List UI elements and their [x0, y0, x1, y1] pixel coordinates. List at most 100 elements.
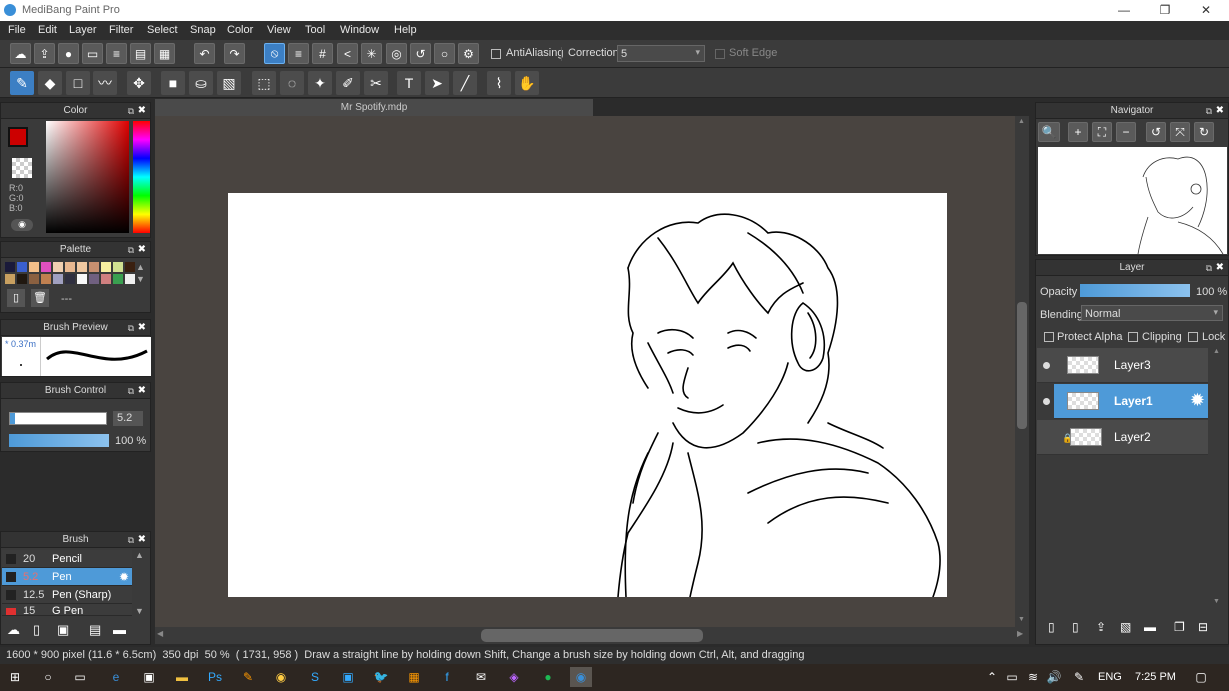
edge-icon[interactable]: e [105, 667, 127, 687]
magic-wand-icon[interactable]: ✦ [308, 71, 332, 95]
palette-swatch[interactable] [53, 262, 63, 272]
protect-alpha-checkbox[interactable] [1044, 332, 1054, 342]
scroll-up-icon[interactable]: ▲ [136, 262, 145, 272]
cross-snap-icon[interactable]: # [312, 43, 333, 64]
brush-item-g-pen[interactable]: 15 G Pen [2, 604, 132, 616]
curve-snap-icon[interactable]: ↺ [410, 43, 431, 64]
add-brush-icon[interactable]: ▣ [57, 622, 69, 638]
brush-item-pencil[interactable]: 20 Pencil [2, 550, 132, 568]
select-rect-icon[interactable]: ⬚ [252, 71, 276, 95]
opacity-slider[interactable] [1080, 284, 1190, 297]
eraser-tool-icon[interactable]: ◆ [38, 71, 62, 95]
brush-settings-icon[interactable]: ▤ [89, 622, 101, 638]
palette-swatch[interactable] [5, 262, 15, 272]
menu-select[interactable]: Select [147, 24, 178, 36]
chrome-icon[interactable]: ◉ [270, 667, 292, 687]
brush-item-pen-sharp[interactable]: 12.5 Pen (Sharp) [2, 586, 132, 604]
layer-item-layer1[interactable]: Layer1 ✹ [1054, 384, 1208, 419]
color-wheel-icon[interactable]: ◉ [11, 219, 33, 231]
pen-workspace-icon[interactable]: ✎ [1068, 667, 1090, 687]
concentric-snap-icon[interactable]: ◎ [386, 43, 407, 64]
menu-file[interactable]: File [8, 24, 26, 36]
document-icon[interactable]: ≡ [106, 43, 127, 64]
undo-icon[interactable]: ↶ [194, 43, 215, 64]
comment-icon[interactable]: ● [58, 43, 79, 64]
vanishing-point-icon[interactable]: < [337, 43, 358, 64]
move-tool-icon[interactable]: ✥ [127, 71, 151, 95]
select-pen-icon[interactable]: ✐ [336, 71, 360, 95]
eyedropper-icon[interactable]: ⌇ [487, 71, 511, 95]
brush-item-pen[interactable]: 5.2 Pen ✹ [2, 568, 132, 586]
layer-item-layer2[interactable]: 🔒 Layer2 [1037, 420, 1208, 455]
eye-icon[interactable] [1043, 398, 1050, 405]
scroll-up-icon[interactable]: ▲ [135, 550, 144, 560]
saturation-value-picker[interactable] [46, 121, 129, 233]
hand-tool-icon[interactable]: ✋ [515, 71, 539, 95]
palette-swatch[interactable] [125, 274, 135, 284]
grid-layout-icon[interactable]: ▦ [154, 43, 175, 64]
menu-help[interactable]: Help [394, 24, 417, 36]
eye-icon[interactable] [1043, 362, 1050, 369]
folder-icon[interactable]: ▬ [1144, 620, 1156, 634]
gear-icon[interactable]: ✹ [119, 568, 129, 586]
rotate-right-icon[interactable]: ↻ [1194, 122, 1214, 142]
mail-icon[interactable]: ✉ [470, 667, 492, 687]
palette-swatch[interactable] [53, 274, 63, 284]
palette-swatch[interactable] [29, 262, 39, 272]
soft-edge-checkbox[interactable] [715, 49, 725, 59]
zoom-out-icon[interactable]: − [1116, 122, 1136, 142]
close-button[interactable]: ✕ [1186, 0, 1226, 21]
palette-swatch[interactable] [41, 262, 51, 272]
menu-edit[interactable]: Edit [38, 24, 57, 36]
layer-scrollbar[interactable]: ▲ ▼ [1210, 348, 1226, 610]
upload-icon[interactable]: ⇪ [34, 43, 55, 64]
zoom-search-icon[interactable]: 🔍 [1038, 122, 1060, 142]
brush-tool-icon[interactable]: ✎ [10, 71, 34, 95]
skype-icon[interactable]: S [304, 667, 326, 687]
palette-swatch[interactable] [5, 274, 15, 284]
import-layer-icon[interactable]: ⇪ [1096, 620, 1106, 634]
parallel-snap-icon[interactable]: ≡ [288, 43, 309, 64]
palette-swatch[interactable] [65, 274, 75, 284]
minimize-button[interactable]: — [1104, 0, 1144, 21]
new-palette-icon[interactable]: ▯ [7, 289, 25, 307]
menu-layer[interactable]: Layer [69, 24, 97, 36]
foreground-color-swatch[interactable] [8, 127, 28, 147]
search-icon[interactable]: ○ [37, 667, 59, 687]
blur-tool-icon[interactable]: 〰 [93, 71, 117, 95]
palette-swatch[interactable] [77, 262, 87, 272]
divide-tool-icon[interactable]: ╱ [453, 71, 477, 95]
new-brush-icon[interactable]: ▯ [33, 622, 40, 638]
radial-snap-icon[interactable]: ✳ [361, 43, 382, 64]
horizontal-scrollbar[interactable]: ◀ ▶ [155, 627, 1029, 644]
operation-tool-icon[interactable]: ➤ [425, 71, 449, 95]
palette-swatch[interactable] [101, 274, 111, 284]
palette-swatch[interactable] [17, 274, 27, 284]
show-hidden-icons-icon[interactable]: ⌃ [981, 667, 1003, 687]
lasso-select-icon[interactable]: ◌ [280, 71, 304, 95]
circle-snap-icon[interactable]: ○ [434, 43, 455, 64]
blending-select[interactable]: Normal ▾ [1081, 305, 1223, 321]
palette-swatch[interactable] [89, 274, 99, 284]
brush-size-slider[interactable] [9, 412, 107, 425]
menu-tool[interactable]: Tool [305, 24, 325, 36]
menu-snap[interactable]: Snap [190, 24, 216, 36]
lock-checkbox[interactable] [1188, 332, 1198, 342]
layout-icon[interactable]: ▤ [130, 43, 151, 64]
layer-item-layer3[interactable]: Layer3 [1037, 348, 1208, 383]
gradient-tool-icon[interactable]: ▧ [217, 71, 241, 95]
spotify-icon[interactable]: ● [537, 667, 559, 687]
palette-swatch[interactable] [77, 274, 87, 284]
menu-window[interactable]: Window [340, 24, 379, 36]
palette-swatch[interactable] [113, 274, 123, 284]
trash-icon[interactable]: 🗑 [31, 289, 49, 307]
file-explorer-icon[interactable]: ▬ [171, 667, 193, 687]
snap-off-icon[interactable]: ⦸ [264, 43, 285, 64]
palette-swatch[interactable] [29, 274, 39, 284]
new-layer-icon[interactable]: ▯ [1048, 620, 1055, 634]
twitter-icon[interactable]: 🐦 [370, 667, 392, 687]
new-halftone-layer-icon[interactable]: ▯ [1072, 620, 1079, 634]
photoshop-icon[interactable]: Ps [204, 667, 226, 687]
merge-layer-icon[interactable]: ⊟ [1198, 620, 1208, 634]
palette-swatch[interactable] [17, 262, 27, 272]
